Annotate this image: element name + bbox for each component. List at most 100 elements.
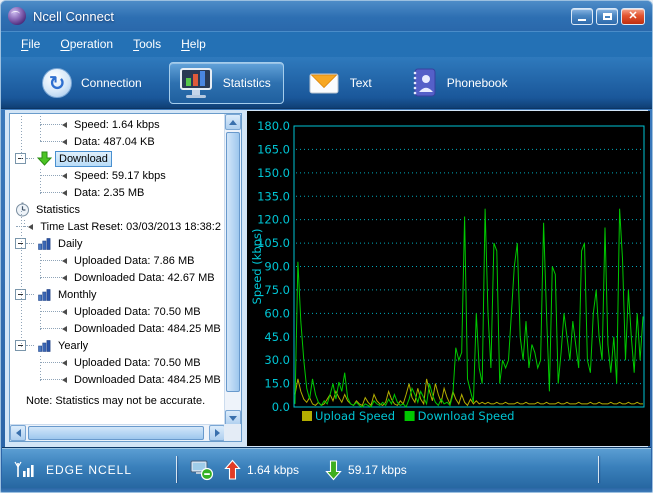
title-bar[interactable]: Ncell Connect ✕ (1, 1, 652, 31)
phonebook-icon (413, 68, 436, 96)
tree-item-yearly[interactable]: Yearly (10, 337, 224, 354)
tree-item-label: Downloaded Data: 484.25 MB (74, 373, 221, 386)
tree-item-label: Statistics (36, 203, 81, 216)
leaf-marker-icon (62, 257, 67, 264)
toolbar-button-label: Phonebook (446, 75, 508, 90)
tree-item-label: Data: 2.35 MB (74, 186, 145, 199)
signal-group: EDGE NCELL (14, 448, 132, 491)
toolbar-button-label: Connection (81, 75, 142, 90)
menu-help[interactable]: Help (171, 32, 216, 57)
scroll-left-button[interactable] (10, 425, 26, 441)
tree-item-downloaded-data[interactable]: Downloaded Data: 484.25 MB (10, 320, 224, 337)
window-controls: ✕ (568, 7, 645, 25)
tree-item-data[interactable]: Data: 487.04 KB (10, 133, 224, 150)
scroll-right-button[interactable] (209, 425, 225, 441)
horizontal-scrollbar[interactable] (10, 424, 225, 441)
y-tick-label: 90.0 (264, 260, 290, 274)
tree-item-downloaded-data[interactable]: Downloaded Data: 484.25 MB (10, 371, 224, 388)
menu-file[interactable]: File (11, 32, 50, 57)
scrollbar-corner (224, 424, 241, 441)
menu-operation[interactable]: Operation (50, 32, 123, 57)
close-button[interactable]: ✕ (621, 7, 645, 25)
leaf-marker-icon (62, 138, 67, 145)
toolbar-button-text[interactable]: Text (298, 64, 385, 102)
network-name: EDGE NCELL (46, 462, 133, 477)
statistics-note: Note: Statistics may not be accurate. (26, 395, 206, 407)
close-icon: ✕ (628, 9, 638, 22)
bar-chart-icon (37, 340, 50, 352)
status-bar: EDGE NCELL 1.64 kbps 59.17 kbps (2, 447, 651, 490)
upload-arrow-icon (224, 459, 241, 480)
tree-guide-line (40, 356, 41, 381)
download-speed-value: 59.17 kbps (348, 462, 407, 477)
tree-item-time-last-reset[interactable]: Time Last Reset: 03/03/2013 18:38:2 (10, 218, 224, 235)
arrow-left-icon (15, 429, 21, 437)
signal-strength-icon (14, 461, 34, 477)
legend-swatch (302, 411, 312, 421)
tree-item-label: Uploaded Data: 7.86 MB (74, 254, 195, 267)
minimize-button[interactable] (571, 7, 593, 25)
tree-item-label: Uploaded Data: 70.50 MB (74, 305, 201, 318)
speed-chart-panel: 180.0 165.0 150.0 135.0 120.0 105.0 90.0 75.0 60… (247, 111, 650, 446)
tree-guide-line (40, 116, 41, 143)
menu-tools[interactable]: Tools (123, 32, 171, 57)
y-tick-label: 75.0 (264, 283, 290, 297)
status-divider-right (598, 456, 599, 483)
tree-item-label: Data: 487.04 KB (74, 135, 155, 148)
minimize-icon (578, 18, 586, 21)
y-tick-label: 120.0 (257, 213, 290, 227)
toolbar-button-statistics[interactable]: Statistics (168, 61, 284, 104)
toolbar-button-phonebook[interactable]: Phonebook (399, 62, 521, 104)
clock-icon (15, 202, 29, 217)
arrow-right-icon (214, 429, 220, 437)
window-bottom-edge (1, 488, 652, 492)
maximize-button[interactable] (596, 7, 618, 25)
tree-guide-line (21, 116, 22, 160)
toolbar-button-connection[interactable]: ↻ Connection (33, 63, 155, 103)
tree-item-uploaded-data[interactable]: Uploaded Data: 70.50 MB (10, 303, 224, 320)
legend-label: Download Speed (418, 409, 515, 423)
tree-item-downloaded-data[interactable]: Downloaded Data: 42.67 MB (10, 269, 224, 286)
tree-item-speed[interactable]: Speed: 59.17 kbps (10, 167, 224, 184)
tree-item-label: Speed: 1.64 kbps (74, 118, 160, 131)
y-tick-label: 180.0 (257, 119, 290, 133)
leaf-marker-icon (62, 172, 67, 179)
y-tick-label: 15.0 (264, 377, 290, 391)
scroll-up-button[interactable] (225, 114, 241, 130)
tree-guide-line (40, 254, 41, 279)
leaf-marker-icon (62, 376, 67, 383)
leaf-marker-icon (62, 189, 67, 196)
tree-guide-line (21, 211, 22, 347)
status-divider (176, 456, 177, 483)
tree-item-label: Uploaded Data: 70.50 MB (74, 356, 201, 369)
tree-item-uploaded-data[interactable]: Uploaded Data: 7.86 MB (10, 252, 224, 269)
tree-item-uploaded-data[interactable]: Uploaded Data: 70.50 MB (10, 354, 224, 371)
vertical-scrollbar[interactable] (224, 114, 241, 426)
tree-item-data[interactable]: Data: 2.35 MB (10, 184, 224, 201)
leaf-marker-icon (62, 359, 67, 366)
tree-item-daily[interactable]: Daily (10, 235, 224, 252)
tree-guide-line (40, 305, 41, 330)
leaf-marker-icon (62, 325, 67, 332)
tree-item-label: Time Last Reset: 03/03/2013 18:38:2 (40, 220, 221, 233)
content-area: Speed: 1.64 kbps Data: 487.04 KB Download S… (5, 110, 650, 447)
tree-item-speed[interactable]: Speed: 1.64 kbps (10, 116, 224, 133)
tree-item-download[interactable]: Download (10, 150, 224, 167)
tree-item-label: Downloaded Data: 42.67 MB (74, 271, 215, 284)
envelope-icon (309, 73, 339, 93)
arrow-up-icon (229, 119, 237, 125)
vertical-scroll-thumb[interactable] (226, 132, 240, 392)
horizontal-scroll-thumb[interactable] (28, 426, 204, 440)
download-arrow-icon (36, 151, 52, 166)
tree-guide-line (40, 169, 41, 194)
tree-item-statistics[interactable]: Statistics (10, 201, 224, 218)
app-logo-icon (8, 7, 26, 25)
tree-item-label: Downloaded Data: 484.25 MB (74, 322, 221, 335)
y-tick-label: 45.0 (264, 330, 290, 344)
tree-item-monthly[interactable]: Monthly (10, 286, 224, 303)
leaf-marker-icon (62, 274, 67, 281)
tree-item-label: Daily (58, 237, 83, 250)
leaf-marker-icon (62, 308, 67, 315)
leaf-marker-icon (28, 223, 34, 230)
arrow-down-icon (229, 415, 237, 421)
